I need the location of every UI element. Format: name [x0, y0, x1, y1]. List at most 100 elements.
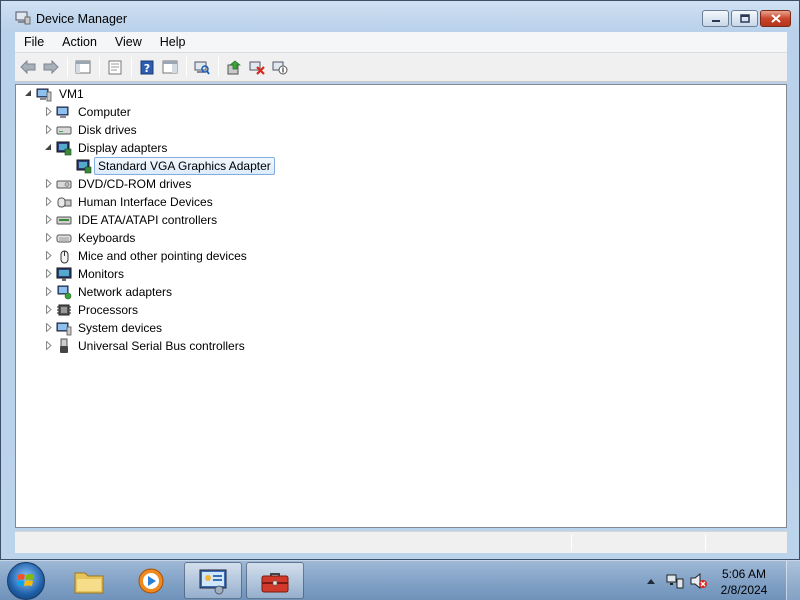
tree-category[interactable]: Monitors	[16, 265, 786, 283]
status-divider	[705, 534, 706, 551]
forward-button[interactable]	[40, 56, 62, 78]
expand-arrow-icon[interactable]	[44, 107, 53, 116]
close-button[interactable]	[760, 10, 791, 27]
tree-category-label: Keyboards	[78, 231, 136, 245]
tree-root-label: VM1	[59, 87, 84, 101]
tree-category-label: Human Interface Devices	[78, 195, 213, 209]
expand-arrow-icon[interactable]	[44, 125, 53, 134]
taskbar-explorer[interactable]	[60, 562, 118, 599]
forward-icon	[43, 60, 59, 74]
uninstall-icon	[249, 61, 265, 75]
tree-category-label: Network adapters	[78, 285, 173, 299]
tree-device[interactable]: Standard VGA Graphics Adapter	[16, 157, 786, 175]
menu-action[interactable]: Action	[53, 32, 106, 52]
expand-arrow-icon[interactable]	[44, 341, 53, 350]
properties-icon	[108, 60, 122, 74]
show-action-pane-button[interactable]	[159, 56, 181, 78]
taskbar: 5:06 AM 2/8/2024	[0, 560, 800, 600]
tree-category-label: Display adapters	[78, 141, 168, 155]
tree-root[interactable]: VM1	[16, 85, 786, 103]
disable-button[interactable]	[269, 56, 291, 78]
back-button[interactable]	[17, 56, 39, 78]
scan-hardware-button[interactable]	[191, 56, 213, 78]
toolbar: ?	[15, 52, 787, 82]
status-bar	[15, 531, 787, 553]
toolbar-separator	[131, 57, 132, 77]
window-title: Device Manager	[36, 12, 128, 26]
back-icon	[20, 60, 36, 74]
device-manager-icon	[15, 11, 31, 25]
minimize-icon	[711, 19, 720, 22]
network-icon[interactable]	[666, 573, 684, 589]
show-hidden-icons-icon[interactable]	[646, 577, 656, 585]
expand-arrow-icon[interactable]	[44, 323, 53, 332]
expand-arrow-icon[interactable]	[44, 179, 53, 188]
start-button[interactable]	[7, 562, 45, 600]
show-desktop-button[interactable]	[786, 561, 800, 600]
device-manager-window: Device Manager File Action View Help ? V…	[0, 0, 800, 560]
show-hide-console-tree-button[interactable]	[72, 56, 94, 78]
computer-icon	[36, 88, 52, 102]
close-icon	[770, 14, 781, 23]
tree-category[interactable]: Processors	[16, 301, 786, 319]
hid-icon	[57, 197, 72, 208]
system-devices-icon	[56, 322, 72, 336]
tree-category-label: Computer	[78, 105, 131, 119]
tree-category[interactable]: Human Interface Devices	[16, 193, 786, 211]
minimize-button[interactable]	[702, 10, 729, 27]
tree-category-label: Processors	[78, 303, 139, 317]
collapse-arrow-icon[interactable]	[44, 143, 53, 152]
tree-category[interactable]: System devices	[16, 319, 786, 337]
taskbar-media-player[interactable]	[122, 562, 180, 599]
toolbar-separator	[218, 57, 219, 77]
menu-help[interactable]: Help	[151, 32, 195, 52]
dvd-drive-icon	[56, 180, 72, 189]
display-adapter-icon	[56, 141, 72, 156]
expand-arrow-icon[interactable]	[44, 215, 53, 224]
uninstall-button[interactable]	[246, 56, 268, 78]
ide-controller-icon	[56, 216, 72, 225]
tree-category-label: DVD/CD-ROM drives	[78, 177, 192, 191]
collapse-arrow-icon[interactable]	[24, 89, 33, 98]
tree-device-label: Standard VGA Graphics Adapter	[94, 157, 275, 175]
maximize-icon	[739, 14, 750, 23]
tree-category[interactable]: Computer	[16, 103, 786, 121]
control-panel-icon	[199, 569, 227, 594]
taskbar-control-panel[interactable]	[184, 562, 242, 599]
svg-text:?: ?	[144, 62, 150, 75]
taskbar-toolbox[interactable]	[246, 562, 304, 599]
tree-category-label: System devices	[78, 321, 163, 335]
tree-category[interactable]: Keyboards	[16, 229, 786, 247]
update-driver-button[interactable]	[223, 56, 245, 78]
help-button[interactable]: ?	[136, 56, 158, 78]
volume-muted-icon[interactable]	[690, 573, 708, 589]
tree-category[interactable]: Universal Serial Bus controllers	[16, 337, 786, 355]
status-divider	[571, 534, 572, 551]
disk-drive-icon	[56, 126, 72, 135]
expand-arrow-icon[interactable]	[44, 251, 53, 260]
menu-view[interactable]: View	[106, 32, 151, 52]
tree-category[interactable]: Display adapters	[16, 139, 786, 157]
tree-category[interactable]: Disk drives	[16, 121, 786, 139]
usb-icon	[60, 338, 68, 353]
clock[interactable]: 5:06 AM 2/8/2024	[714, 566, 774, 598]
expand-arrow-icon[interactable]	[44, 233, 53, 242]
maximize-button[interactable]	[731, 10, 758, 27]
tree-category[interactable]: Network adapters	[16, 283, 786, 301]
expand-arrow-icon[interactable]	[44, 197, 53, 206]
toolbox-icon	[261, 572, 289, 592]
properties-button[interactable]	[104, 56, 126, 78]
title-bar[interactable]: Device Manager	[1, 1, 799, 33]
device-tree[interactable]: VM1 Computer Disk drives Display adapters S…	[15, 84, 787, 528]
tree-category-label: IDE ATA/ATAPI controllers	[78, 213, 218, 227]
tree-category[interactable]: Mice and other pointing devices	[16, 247, 786, 265]
update-driver-icon	[227, 60, 241, 74]
tree-category[interactable]: IDE ATA/ATAPI controllers	[16, 211, 786, 229]
expand-arrow-icon[interactable]	[44, 305, 53, 314]
expand-arrow-icon[interactable]	[44, 287, 53, 296]
disable-icon	[272, 61, 288, 74]
menu-file[interactable]: File	[15, 32, 53, 52]
expand-arrow-icon[interactable]	[44, 269, 53, 278]
clock-time: 5:06 AM	[721, 567, 767, 581]
tree-category[interactable]: DVD/CD-ROM drives	[16, 175, 786, 193]
